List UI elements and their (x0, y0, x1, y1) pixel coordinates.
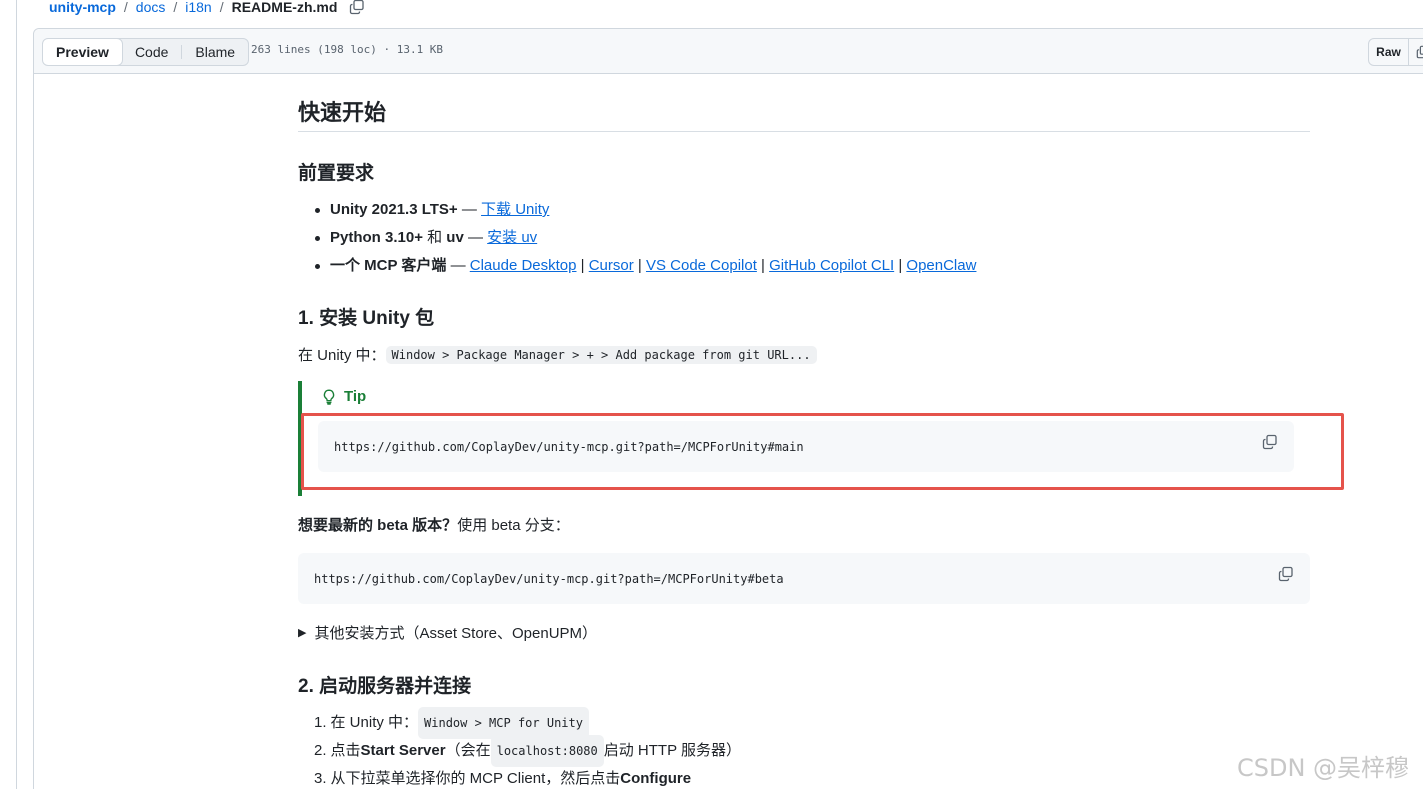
cursor-link[interactable]: Cursor (589, 257, 634, 274)
breadcrumb-repo-link[interactable]: unity-mcp (49, 0, 116, 15)
pipe: | (576, 257, 589, 274)
other-install-methods-toggle[interactable]: ▶ 其他安装方式（Asset Store、OpenUPM） (298, 622, 597, 643)
prereq-unity: Unity 2021.3 LTS+ (330, 201, 458, 218)
copy-beta-url-button[interactable] (1278, 566, 1294, 582)
beta-question: 想要最新的 beta 版本？ (298, 517, 458, 534)
prereq-uv: uv (446, 229, 464, 246)
left-rail (0, 0, 17, 789)
disclosure-triangle-icon: ▶ (298, 627, 307, 639)
copy-icon (1416, 45, 1423, 59)
lightbulb-icon (323, 388, 335, 405)
package-manager-path: Window > Package Manager > + > Add packa… (385, 345, 817, 364)
dash: — (457, 201, 482, 218)
breadcrumb-i18n-link[interactable]: i18n (185, 0, 211, 15)
step-number: 1. (314, 714, 327, 731)
pipe: | (756, 257, 770, 274)
heading-install-unity-package: 1. 安装 Unity 包 (298, 308, 435, 329)
annotation-highlight-box (301, 413, 1344, 490)
prereq-python: Python 3.10+ (330, 229, 423, 246)
view-mode-toggle: Preview Code Blame (42, 38, 250, 66)
breadcrumb-docs-link[interactable]: docs (136, 0, 166, 15)
step-text: 启动 HTTP 服务器） (603, 742, 741, 759)
tip-title: Tip (322, 388, 366, 405)
pipe: | (633, 257, 646, 274)
install-instructions: 在 Unity 中： Window > Package Manager > + … (298, 344, 817, 365)
install-uv-link[interactable]: 安装 uv (487, 229, 537, 246)
openclaw-link[interactable]: OpenClaw (906, 257, 976, 274)
dash: — (463, 229, 488, 246)
copy-icon (1278, 566, 1293, 582)
breadcrumb-separator: / (173, 0, 178, 15)
list-item: 2. 点击 Start Server （会在 localhost:8080 启动… (314, 735, 741, 767)
breadcrumb-separator: / (123, 0, 128, 15)
file-header: Preview Code Blame 263 lines (198 loc) ·… (34, 29, 1423, 74)
conjunction: 和 (422, 229, 447, 246)
download-unity-link[interactable]: 下载 Unity (481, 201, 549, 218)
step-text: 从下拉菜单选择你的 MCP Client，然后点击 (330, 770, 621, 787)
copy-path-icon[interactable] (349, 0, 365, 15)
heading-divider (298, 131, 1310, 132)
list-item: 3. 从下拉菜单选择你的 MCP Client，然后点击 Configure (314, 765, 741, 789)
beta-branch-code-block: https://github.com/CoplayDev/unity-mcp.g… (298, 553, 1310, 604)
beta-text: 使用 beta 分支： (457, 517, 570, 534)
prerequisites-list: Unity 2021.3 LTS+ — 下载 Unity Python 3.10… (312, 196, 976, 280)
configure-label: Configure (620, 770, 692, 787)
breadcrumb-separator: / (219, 0, 224, 15)
step-text: 在 Unity 中： (330, 714, 419, 731)
watermark: CSDN @吴梓穆 (1237, 754, 1410, 782)
heading-start-server: 2. 启动服务器并连接 (298, 676, 472, 697)
localhost-code: localhost:8080 (490, 735, 604, 767)
step-number: 2. (314, 742, 327, 759)
beta-branch-url[interactable]: https://github.com/CoplayDev/unity-mcp.g… (314, 553, 784, 604)
tab-code[interactable]: Code (122, 39, 181, 65)
raw-button[interactable]: Raw (1368, 38, 1409, 66)
copy-raw-button[interactable] (1408, 38, 1423, 66)
vscode-copilot-link[interactable]: VS Code Copilot (646, 257, 757, 274)
details-summary: 其他安装方式（Asset Store、OpenUPM） (314, 625, 598, 642)
tab-preview[interactable]: Preview (43, 39, 123, 65)
breadcrumb: unity-mcp / docs / i18n / README-zh.md (49, 0, 365, 19)
heading-prerequisites: 前置要求 (298, 163, 375, 184)
list-item: Python 3.10+ 和 uv — 安装 uv (312, 224, 976, 252)
step-text: （会在 (445, 742, 491, 759)
claude-desktop-link[interactable]: Claude Desktop (470, 257, 577, 274)
pipe: | (894, 257, 907, 274)
prereq-mcp-client: 一个 MCP 客户端 (330, 257, 447, 274)
dash: — (446, 257, 470, 274)
heading-quick-start: 快速开始 (298, 100, 387, 125)
tip-label: Tip (344, 388, 367, 405)
install-text: 在 Unity 中： (298, 347, 386, 364)
list-item: Unity 2021.3 LTS+ — 下载 Unity (312, 196, 976, 224)
list-item: 一个 MCP 客户端 — Claude Desktop | Cursor | V… (312, 252, 976, 280)
start-server-label: Start Server (360, 742, 446, 759)
breadcrumb-current-file: README-zh.md (231, 0, 338, 15)
step-text: 点击 (330, 742, 361, 759)
github-copilot-cli-link[interactable]: GitHub Copilot CLI (769, 257, 894, 274)
tab-blame[interactable]: Blame (182, 39, 248, 65)
start-server-steps: 1. 在 Unity 中： Window > MCP for Unity 2. … (314, 707, 741, 789)
file-meta: 263 lines (198 loc) · 13.1 KB (251, 43, 444, 56)
list-item: 1. 在 Unity 中： Window > MCP for Unity (314, 707, 741, 739)
beta-instructions: 想要最新的 beta 版本？ 使用 beta 分支： (298, 514, 570, 535)
step-number: 3. (314, 770, 327, 787)
